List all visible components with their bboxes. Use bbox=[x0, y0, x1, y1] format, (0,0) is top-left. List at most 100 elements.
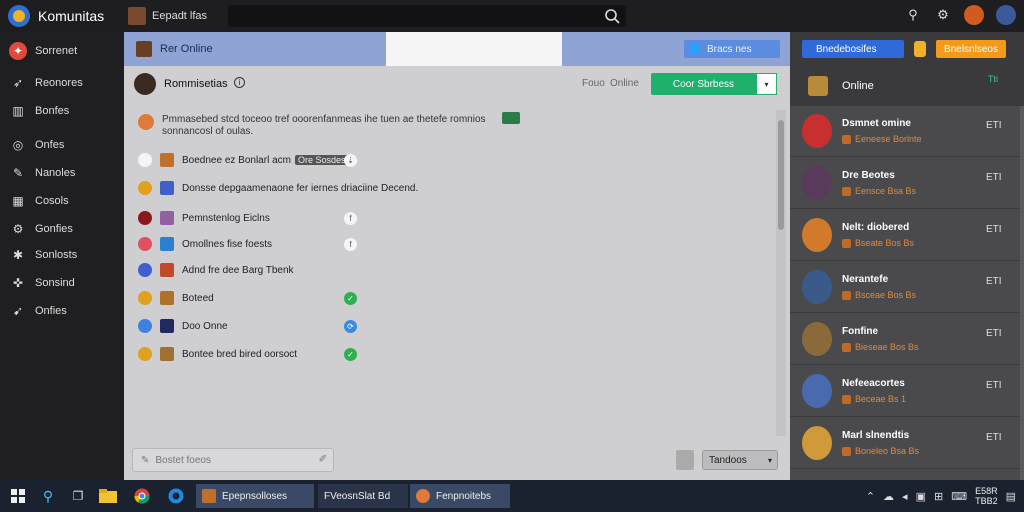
edit-icon[interactable]: ✐ bbox=[319, 454, 327, 465]
sidebar-item-0[interactable]: ✦ Sorrenet bbox=[0, 38, 124, 64]
friend-item[interactable]: Dsmnet omine Eeneese Borlnte ETI bbox=[790, 106, 1020, 157]
star-icon: ✱ bbox=[12, 248, 24, 262]
sidebar-item-7[interactable]: ✱ Sonlosts bbox=[0, 242, 124, 268]
row-status-icon bbox=[138, 181, 152, 195]
friend-activity-text: Bieseae Bos Bs bbox=[855, 342, 919, 352]
row-text: Omollnes fise foests bbox=[182, 238, 273, 250]
friends-scrollbar[interactable] bbox=[1020, 106, 1024, 480]
channel-chip[interactable]: Eepadt lfas bbox=[128, 7, 207, 25]
chevron-up-icon[interactable]: ⌃ bbox=[866, 490, 875, 503]
taskbar-app-2-label: FVeosnSlat Bd bbox=[324, 490, 391, 502]
file-explorer-icon[interactable] bbox=[98, 484, 118, 508]
notice-text: Pmmasebed stcd toceoo tref ooorenfanmeas… bbox=[162, 114, 486, 137]
feed-row[interactable]: Donsse depgaamenaone fer iernes driaciin… bbox=[138, 178, 778, 198]
friend-name: Dsmnet omine bbox=[842, 118, 911, 129]
edge-icon[interactable] bbox=[166, 484, 186, 508]
taskbar-app-1[interactable]: Epepnsolloses bbox=[196, 484, 314, 508]
row-action-icon[interactable]: ⟳ bbox=[344, 319, 357, 333]
sidebar-item-6[interactable]: ⚙ Gonfies bbox=[0, 216, 124, 242]
notification-icon[interactable]: ▤ bbox=[1006, 490, 1016, 503]
taskbar-app-3[interactable]: Fenpnoitebs bbox=[410, 484, 510, 508]
sidebar-item-9[interactable]: ➹ Onfies bbox=[0, 298, 124, 324]
search-icon[interactable] bbox=[604, 8, 620, 24]
network-icon[interactable]: ⊞ bbox=[934, 490, 943, 503]
primary-friends-button[interactable]: Bnedebosifes bbox=[802, 40, 904, 58]
notice-message: Pmmasebed stcd toceoo tref ooorenfanmeas… bbox=[138, 114, 538, 138]
taskbar-app-2[interactable]: FVeosnSlat Bd bbox=[318, 484, 408, 508]
online-group-icon bbox=[808, 76, 828, 96]
secondary-friends-button[interactable]: Bnelsnlseos bbox=[936, 40, 1006, 58]
friend-item[interactable]: Nelt: diobered Bseate Bos Bs ETI bbox=[790, 210, 1020, 261]
app-logo-icon bbox=[8, 5, 30, 27]
info-icon[interactable]: i bbox=[234, 77, 245, 88]
sidebar-item-2[interactable]: ▥ Bonfes bbox=[0, 98, 124, 124]
feed-row[interactable]: Boteed ✓ bbox=[138, 288, 778, 308]
conversation-avatar bbox=[134, 73, 156, 95]
friend-item[interactable]: Fonfine Bieseae Bos Bs ETI bbox=[790, 314, 1020, 365]
system-clock[interactable]: E58R TBB2 bbox=[975, 486, 998, 506]
taskbar-search-icon[interactable]: ⚲ bbox=[38, 484, 58, 508]
feed-row[interactable]: Boednee ez Bonlarl acm Ore Sosdes ⇣ bbox=[138, 150, 778, 170]
friend-item[interactable]: Nerantefe Bsceae Bos Bs ETI bbox=[790, 262, 1020, 313]
message-feed: Pmmasebed stcd toceoo tref ooorenfanmeas… bbox=[124, 110, 774, 442]
sidebar-item-8[interactable]: ✜ Sonsind bbox=[0, 270, 124, 296]
scroll-thumb[interactable] bbox=[778, 120, 784, 230]
header-action-button[interactable]: Bracs nes bbox=[684, 40, 780, 58]
user-avatar[interactable] bbox=[964, 5, 984, 25]
share-icon bbox=[689, 44, 699, 54]
cloud-icon[interactable]: ☁ bbox=[883, 490, 894, 503]
pin-icon[interactable]: ⚲ bbox=[904, 6, 922, 24]
friend-action-button[interactable]: ETI bbox=[986, 224, 1002, 235]
friend-item[interactable]: Marl slnendtis Boneleo Bsa Bs ETI bbox=[790, 418, 1020, 469]
row-status-icon bbox=[138, 153, 152, 167]
row-action-icon[interactable]: ✓ bbox=[344, 291, 357, 305]
task-view-icon[interactable]: ❐ bbox=[68, 484, 88, 508]
row-tag: Ore Sosdes bbox=[294, 155, 349, 165]
sidebar-item-4[interactable]: ✎ Nanoles bbox=[0, 160, 124, 186]
sidebar-item-1[interactable]: ➶ Reonores bbox=[0, 70, 124, 96]
row-action-icon[interactable]: f bbox=[344, 211, 357, 225]
microphone-button[interactable] bbox=[676, 450, 694, 470]
feed-row[interactable]: Adnd fre dee Barg Tbenk bbox=[138, 260, 778, 280]
friend-activity: Bseate Bos Bs bbox=[842, 238, 914, 248]
feed-row[interactable]: Pemnstenlog Eiclns f bbox=[138, 208, 778, 228]
row-action-icon[interactable]: ✓ bbox=[344, 347, 357, 361]
friend-item[interactable]: Nefeeacortes Beceae Bs 1 ETI bbox=[790, 366, 1020, 417]
friend-action-button[interactable]: ETI bbox=[986, 172, 1002, 183]
search-input[interactable] bbox=[228, 5, 626, 27]
gear-icon: ⚙ bbox=[12, 222, 24, 236]
volume-icon[interactable]: ◂ bbox=[902, 490, 908, 503]
settings-icon[interactable]: ⚙ bbox=[934, 6, 952, 24]
sidebar-item-3[interactable]: ◎ Onfes bbox=[0, 132, 124, 158]
windows-start-icon[interactable] bbox=[8, 484, 28, 508]
feed-row[interactable]: Doo Onne ⟳ bbox=[138, 316, 778, 336]
row-status-icon bbox=[138, 291, 152, 305]
row-thumbnail bbox=[160, 319, 174, 333]
friend-action-button[interactable]: ETI bbox=[986, 432, 1002, 443]
keyboard-icon[interactable]: ⌨ bbox=[951, 490, 967, 503]
sidebar-item-label: Sorrenet bbox=[35, 45, 78, 57]
friend-action-button[interactable]: ETI bbox=[986, 120, 1002, 131]
channel-name: Eepadt lfas bbox=[152, 10, 208, 22]
sidebar-item-5[interactable]: ▦ Cosols bbox=[0, 188, 124, 214]
row-text: Pemnstenlog Eiclns bbox=[182, 212, 270, 224]
friend-activity: Eeneese Borlnte bbox=[842, 134, 922, 144]
send-select[interactable]: Tandoos ▾ bbox=[702, 450, 778, 470]
friend-action-button[interactable]: ETI bbox=[986, 328, 1002, 339]
chrome-icon[interactable] bbox=[132, 484, 152, 508]
profile-avatar[interactable] bbox=[996, 5, 1016, 25]
feed-row[interactable]: Omollnes fise foests f bbox=[138, 234, 778, 254]
chevron-down-icon[interactable]: ▾ bbox=[756, 73, 777, 95]
row-action-icon[interactable]: ⇣ bbox=[344, 153, 357, 167]
friend-action-button[interactable]: ETI bbox=[986, 380, 1002, 391]
display-icon[interactable]: ▣ bbox=[916, 490, 926, 503]
friend-action-button[interactable]: ETI bbox=[986, 276, 1002, 287]
coin-icon bbox=[914, 41, 926, 57]
primary-action-button[interactable]: Coor Sbrbess bbox=[651, 73, 756, 95]
friend-item[interactable]: Dre Beotes Eensce Bsa Bs ETI bbox=[790, 158, 1020, 209]
friend-activity-text: Beceae Bs 1 bbox=[855, 394, 907, 404]
feed-scrollbar[interactable] bbox=[776, 110, 786, 436]
message-composer[interactable]: ✎ Bostet foeos ✐ bbox=[132, 448, 334, 472]
row-action-icon[interactable]: f bbox=[344, 237, 357, 251]
feed-row[interactable]: Bontee bred bired oorsoct ✓ bbox=[138, 344, 778, 364]
